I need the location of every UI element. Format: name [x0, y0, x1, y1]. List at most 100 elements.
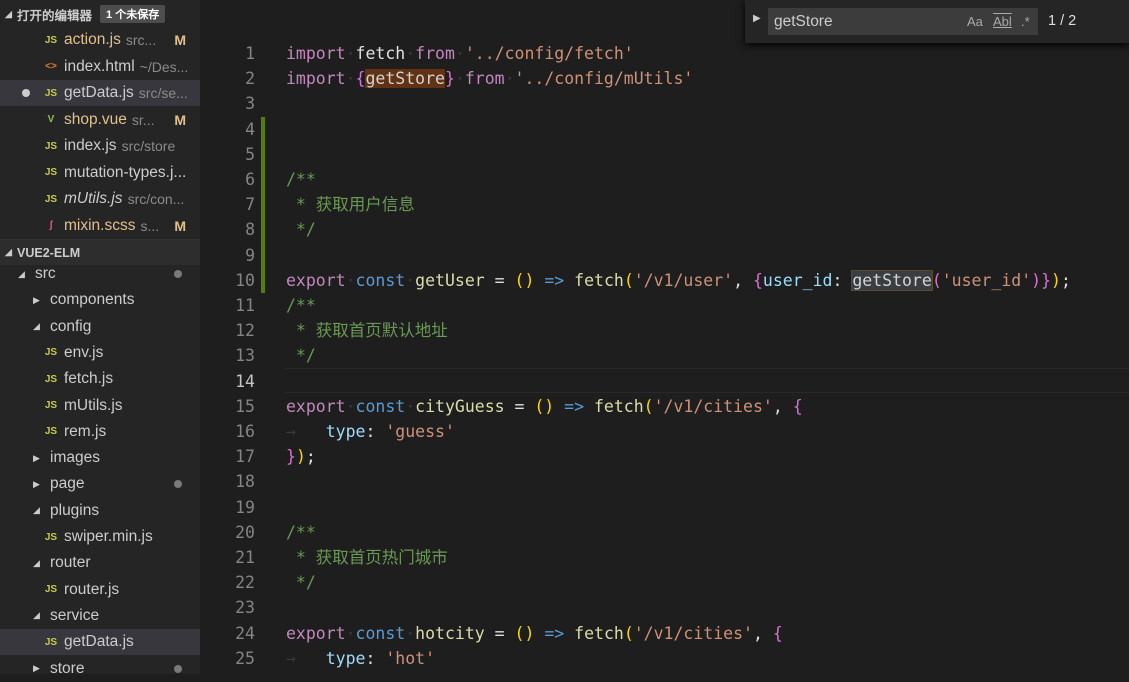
open-editor-item[interactable]: JS getData.js src/se...: [0, 80, 200, 106]
tree-item[interactable]: JS mUtils.js: [0, 393, 200, 419]
tree-item[interactable]: JS router.js: [0, 577, 200, 603]
code-line[interactable]: */: [286, 343, 316, 368]
code-token: */: [286, 220, 316, 240]
js-icon: JS: [44, 426, 58, 438]
tree-item-label: src: [35, 265, 56, 282]
code-token: * 获取首页热门城市: [286, 548, 448, 567]
code-token: =>: [554, 396, 594, 416]
tree-item[interactable]: ◢ router: [0, 550, 200, 576]
line-number: 15: [235, 396, 255, 416]
file-path: s...: [140, 217, 160, 234]
toggle-replace-icon[interactable]: ▶: [753, 13, 761, 24]
code-line[interactable]: */: [286, 217, 316, 242]
code-line[interactable]: → type: 'hot': [286, 646, 435, 671]
code-line[interactable]: });: [286, 444, 316, 469]
code-token: (: [623, 270, 634, 290]
code-token: cityGuess: [415, 396, 505, 416]
code-token: import: [286, 44, 346, 63]
code-token: =>: [534, 623, 575, 643]
code-token: '../config/mUtils': [514, 69, 694, 89]
open-editors-title: 打开的编辑器: [17, 8, 93, 23]
open-editor-item[interactable]: ʃ mixin.scss s... M: [0, 213, 200, 239]
tree-item-label: store: [50, 659, 85, 677]
file-path: src/store: [121, 138, 176, 154]
file-name: index.js: [64, 137, 117, 154]
code-line[interactable]: /**: [286, 167, 316, 192]
code-line[interactable]: → type: 'guess': [286, 419, 455, 444]
open-editor-item[interactable]: JS action.js src... M: [0, 27, 200, 53]
tree-item[interactable]: ▶ images: [0, 445, 200, 471]
code-token: getUser: [415, 270, 485, 290]
code-token: 'guess': [385, 422, 455, 441]
line-number: 22: [235, 573, 255, 593]
code-line[interactable]: /**: [286, 293, 316, 318]
code-line[interactable]: export·const·hotcity = () => fetch('/v1/…: [286, 621, 783, 646]
tree-item[interactable]: JS env.js: [0, 340, 200, 366]
code-token: ·: [345, 270, 356, 290]
open-editors-header[interactable]: ◢ 打开的编辑器 1 个未保存: [0, 1, 200, 27]
line-number: 21: [235, 548, 255, 567]
tree-item-label: env.js: [64, 343, 104, 361]
tree-item[interactable]: JS rem.js: [0, 419, 200, 445]
open-editor-item[interactable]: <> index.html ~/Des...: [0, 54, 200, 80]
tree-item[interactable]: ◢ plugins: [0, 498, 200, 524]
line-number: 25: [235, 648, 255, 668]
code-token: (): [514, 623, 535, 643]
chevron-right-icon: ▶: [33, 294, 40, 305]
line-number: 18: [235, 472, 255, 492]
search-match: getStore: [365, 69, 445, 89]
tree-item-label: page: [50, 475, 85, 493]
code-token: */: [286, 346, 316, 366]
code-token: ;: [305, 447, 316, 467]
open-editor-item[interactable]: JS index.js src/store: [0, 133, 200, 159]
code-line[interactable]: * 获取首页默认地址: [286, 318, 448, 343]
line-number: 8: [245, 220, 255, 240]
code-line[interactable]: /**: [286, 520, 316, 545]
tree-item-label: images: [50, 449, 100, 467]
open-editor-item[interactable]: Vshop.vue sr... M: [0, 107, 200, 133]
code-editor[interactable]: 1 import·fetch·from·'../config/fetch' 2 imp…: [200, 0, 1129, 674]
code-token: (): [514, 270, 535, 290]
line-number: 12: [235, 321, 255, 341]
js-icon: JS: [44, 87, 58, 99]
whole-word-button[interactable]: Abl: [993, 8, 1012, 35]
explorer-sidebar: ◢ 打开的编辑器 1 个未保存 JS action.js src... M <> inde…: [0, 0, 200, 677]
line-number: 1: [245, 44, 255, 63]
code-token: ·: [345, 396, 356, 416]
tree-item[interactable]: ▶ components: [0, 287, 200, 313]
tree-item[interactable]: ◢ src: [0, 261, 200, 287]
code-line[interactable]: */: [286, 570, 316, 595]
code-token: ·: [405, 44, 416, 63]
code-line[interactable]: import·fetch·from·'../config/fetch': [286, 41, 634, 66]
code-token: }: [444, 69, 455, 89]
tree-item[interactable]: JS swiper.min.js: [0, 524, 200, 550]
open-editor-item[interactable]: JS mutation-types.j...: [0, 160, 200, 186]
tree-item[interactable]: ▶ page: [0, 471, 200, 497]
file-name: action.js: [64, 31, 121, 48]
code-line[interactable]: export·const·getUser = () => fetch('/v1/…: [286, 268, 1071, 293]
tree-item[interactable]: JS getData.js: [0, 629, 200, 656]
code-token: {: [752, 270, 763, 290]
code-token: ,: [772, 396, 793, 416]
open-editor-item[interactable]: JS mUtils.js src/con...: [0, 186, 200, 212]
tree-item[interactable]: ▶ store: [0, 656, 200, 682]
code-token: :: [365, 422, 386, 441]
code-line[interactable]: import·{getStore}·from·'../config/mUtils…: [286, 66, 693, 91]
code-token: →: [286, 422, 326, 441]
code-token: '/v1/cities': [633, 623, 753, 643]
tree-item[interactable]: JS fetch.js: [0, 366, 200, 392]
code-token: '/v1/cities': [653, 396, 773, 416]
js-icon: JS: [44, 400, 58, 411]
code-token: ): [1031, 270, 1042, 290]
match-case-button[interactable]: Aa: [967, 8, 983, 35]
regex-button[interactable]: .*: [1021, 8, 1030, 35]
code-line[interactable]: export·const·cityGuess = () => fetch('/v…: [286, 394, 803, 419]
code-token: ·: [504, 69, 515, 89]
code-line[interactable]: * 获取首页热门城市: [286, 545, 448, 570]
file-path: ~/Des...: [139, 58, 189, 75]
tree-item[interactable]: ◢ config: [0, 314, 200, 340]
code-line[interactable]: * 获取用户信息: [286, 192, 415, 217]
line-number: 24: [235, 623, 255, 643]
code-token: from: [415, 44, 455, 63]
tree-item[interactable]: ◢ service: [0, 603, 200, 629]
